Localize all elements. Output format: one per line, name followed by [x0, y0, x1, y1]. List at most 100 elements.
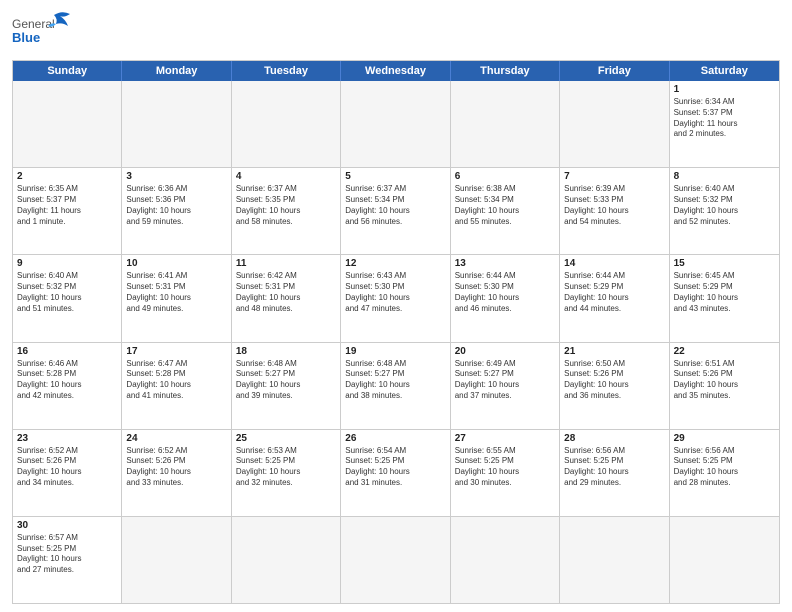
day-info: Sunrise: 6:48 AM Sunset: 5:27 PM Dayligh… [345, 359, 445, 402]
day-info: Sunrise: 6:40 AM Sunset: 5:32 PM Dayligh… [674, 184, 775, 227]
cal-cell-3-0: 16 Sunrise: 6:46 AM Sunset: 5:28 PM Dayli… [13, 343, 122, 429]
cal-cell-2-6: 15Sunrise: 6:45 AM Sunset: 5:29 PM Dayli… [670, 255, 779, 341]
cal-cell-4-2: 25Sunrise: 6:53 AM Sunset: 5:25 PM Dayli… [232, 430, 341, 516]
day-header-sunday: Sunday [13, 61, 122, 81]
cal-cell-5-6 [670, 517, 779, 603]
day-number: 2 [17, 171, 117, 182]
day-number: 28 [564, 433, 664, 444]
day-number: 17 [126, 346, 226, 357]
day-header-wednesday: Wednesday [341, 61, 450, 81]
day-header-friday: Friday [560, 61, 669, 81]
cal-cell-4-1: 24 Sunrise: 6:52 AM Sunset: 5:26 PM Dayli… [122, 430, 231, 516]
cal-cell-1-0: 2 Sunrise: 6:35 AM Sunset: 5:37 PM Daylig… [13, 168, 122, 254]
calendar-body: 1 Sunrise: 6:34 AM Sunset: 5:37 PM Daylig… [13, 81, 779, 603]
day-number: 4 [236, 171, 336, 182]
day-info: Sunrise: 6:54 AM Sunset: 5:25 PM Dayligh… [345, 446, 445, 489]
cal-cell-2-4: 13Sunrise: 6:44 AM Sunset: 5:30 PM Dayli… [451, 255, 560, 341]
day-number: 12 [345, 258, 445, 269]
day-info: Sunrise: 6:57 AM Sunset: 5:25 PM Dayligh… [17, 533, 117, 576]
day-info: Sunrise: 6:38 AM Sunset: 5:34 PM Dayligh… [455, 184, 555, 227]
cal-cell-3-6: 22Sunrise: 6:51 AM Sunset: 5:26 PM Dayli… [670, 343, 779, 429]
cal-cell-3-3: 19Sunrise: 6:48 AM Sunset: 5:27 PM Dayli… [341, 343, 450, 429]
day-number: 1 [674, 84, 775, 95]
day-number: 23 [17, 433, 117, 444]
day-info: Sunrise: 6:41 AM Sunset: 5:31 PM Dayligh… [126, 271, 226, 314]
day-info: Sunrise: 6:43 AM Sunset: 5:30 PM Dayligh… [345, 271, 445, 314]
cal-cell-1-4: 6 Sunrise: 6:38 AM Sunset: 5:34 PM Daylig… [451, 168, 560, 254]
calendar-header: SundayMondayTuesdayWednesdayThursdayFrid… [13, 61, 779, 81]
cal-cell-2-2: 11Sunrise: 6:42 AM Sunset: 5:31 PM Dayli… [232, 255, 341, 341]
day-number: 25 [236, 433, 336, 444]
day-info: Sunrise: 6:47 AM Sunset: 5:28 PM Dayligh… [126, 359, 226, 402]
cal-cell-0-4 [451, 81, 560, 167]
cal-cell-5-5 [560, 517, 669, 603]
day-number: 9 [17, 258, 117, 269]
day-info: Sunrise: 6:52 AM Sunset: 5:26 PM Dayligh… [126, 446, 226, 489]
day-number: 20 [455, 346, 555, 357]
day-info: Sunrise: 6:56 AM Sunset: 5:25 PM Dayligh… [674, 446, 775, 489]
cal-cell-1-5: 7 Sunrise: 6:39 AM Sunset: 5:33 PM Daylig… [560, 168, 669, 254]
day-number: 24 [126, 433, 226, 444]
day-number: 8 [674, 171, 775, 182]
cal-cell-1-3: 5 Sunrise: 6:37 AM Sunset: 5:34 PM Daylig… [341, 168, 450, 254]
cal-cell-4-6: 29 Sunrise: 6:56 AM Sunset: 5:25 PM Dayli… [670, 430, 779, 516]
calendar-row-1: 2 Sunrise: 6:35 AM Sunset: 5:37 PM Daylig… [13, 167, 779, 254]
day-number: 30 [17, 520, 117, 531]
day-number: 27 [455, 433, 555, 444]
day-number: 7 [564, 171, 664, 182]
day-number: 13 [455, 258, 555, 269]
cal-cell-1-2: 4 Sunrise: 6:37 AM Sunset: 5:35 PM Daylig… [232, 168, 341, 254]
day-number: 3 [126, 171, 226, 182]
cal-cell-5-1 [122, 517, 231, 603]
day-info: Sunrise: 6:39 AM Sunset: 5:33 PM Dayligh… [564, 184, 664, 227]
cal-cell-0-6: 1 Sunrise: 6:34 AM Sunset: 5:37 PM Daylig… [670, 81, 779, 167]
page: General Blue SundayMondayTuesdayWednesda… [0, 0, 792, 612]
cal-cell-4-4: 27Sunrise: 6:55 AM Sunset: 5:25 PM Dayli… [451, 430, 560, 516]
calendar-row-4: 23 Sunrise: 6:52 AM Sunset: 5:26 PM Dayli… [13, 429, 779, 516]
day-number: 6 [455, 171, 555, 182]
day-number: 11 [236, 258, 336, 269]
day-header-saturday: Saturday [670, 61, 779, 81]
day-number: 26 [345, 433, 445, 444]
day-number: 21 [564, 346, 664, 357]
calendar-row-3: 16 Sunrise: 6:46 AM Sunset: 5:28 PM Dayli… [13, 342, 779, 429]
cal-cell-0-1 [122, 81, 231, 167]
day-info: Sunrise: 6:46 AM Sunset: 5:28 PM Dayligh… [17, 359, 117, 402]
cal-cell-2-0: 9 Sunrise: 6:40 AM Sunset: 5:32 PM Daylig… [13, 255, 122, 341]
day-info: Sunrise: 6:37 AM Sunset: 5:35 PM Dayligh… [236, 184, 336, 227]
day-number: 5 [345, 171, 445, 182]
day-number: 16 [17, 346, 117, 357]
day-info: Sunrise: 6:44 AM Sunset: 5:29 PM Dayligh… [564, 271, 664, 314]
day-number: 29 [674, 433, 775, 444]
day-number: 22 [674, 346, 775, 357]
cal-cell-3-4: 20 Sunrise: 6:49 AM Sunset: 5:27 PM Dayli… [451, 343, 560, 429]
calendar-row-0: 1 Sunrise: 6:34 AM Sunset: 5:37 PM Daylig… [13, 81, 779, 167]
day-info: Sunrise: 6:35 AM Sunset: 5:37 PM Dayligh… [17, 184, 117, 227]
svg-text:General: General [12, 17, 55, 31]
cal-cell-0-2 [232, 81, 341, 167]
day-info: Sunrise: 6:45 AM Sunset: 5:29 PM Dayligh… [674, 271, 775, 314]
cal-cell-2-5: 14Sunrise: 6:44 AM Sunset: 5:29 PM Dayli… [560, 255, 669, 341]
day-info: Sunrise: 6:37 AM Sunset: 5:34 PM Dayligh… [345, 184, 445, 227]
cal-cell-1-6: 8 Sunrise: 6:40 AM Sunset: 5:32 PM Daylig… [670, 168, 779, 254]
logo: General Blue [12, 10, 72, 54]
logo-icon: General Blue [12, 10, 72, 54]
cal-cell-0-5 [560, 81, 669, 167]
cal-cell-4-5: 28Sunrise: 6:56 AM Sunset: 5:25 PM Dayli… [560, 430, 669, 516]
cal-cell-5-4 [451, 517, 560, 603]
day-info: Sunrise: 6:52 AM Sunset: 5:26 PM Dayligh… [17, 446, 117, 489]
calendar: SundayMondayTuesdayWednesdayThursdayFrid… [12, 60, 780, 604]
day-info: Sunrise: 6:49 AM Sunset: 5:27 PM Dayligh… [455, 359, 555, 402]
day-number: 18 [236, 346, 336, 357]
day-info: Sunrise: 6:48 AM Sunset: 5:27 PM Dayligh… [236, 359, 336, 402]
cal-cell-2-1: 10Sunrise: 6:41 AM Sunset: 5:31 PM Dayli… [122, 255, 231, 341]
day-info: Sunrise: 6:40 AM Sunset: 5:32 PM Dayligh… [17, 271, 117, 314]
day-info: Sunrise: 6:34 AM Sunset: 5:37 PM Dayligh… [674, 97, 775, 140]
cal-cell-5-0: 30 Sunrise: 6:57 AM Sunset: 5:25 PM Dayli… [13, 517, 122, 603]
cal-cell-3-2: 18 Sunrise: 6:48 AM Sunset: 5:27 PM Dayli… [232, 343, 341, 429]
day-header-tuesday: Tuesday [232, 61, 341, 81]
day-header-thursday: Thursday [451, 61, 560, 81]
cal-cell-0-3 [341, 81, 450, 167]
cal-cell-3-1: 17 Sunrise: 6:47 AM Sunset: 5:28 PM Dayli… [122, 343, 231, 429]
day-info: Sunrise: 6:36 AM Sunset: 5:36 PM Dayligh… [126, 184, 226, 227]
